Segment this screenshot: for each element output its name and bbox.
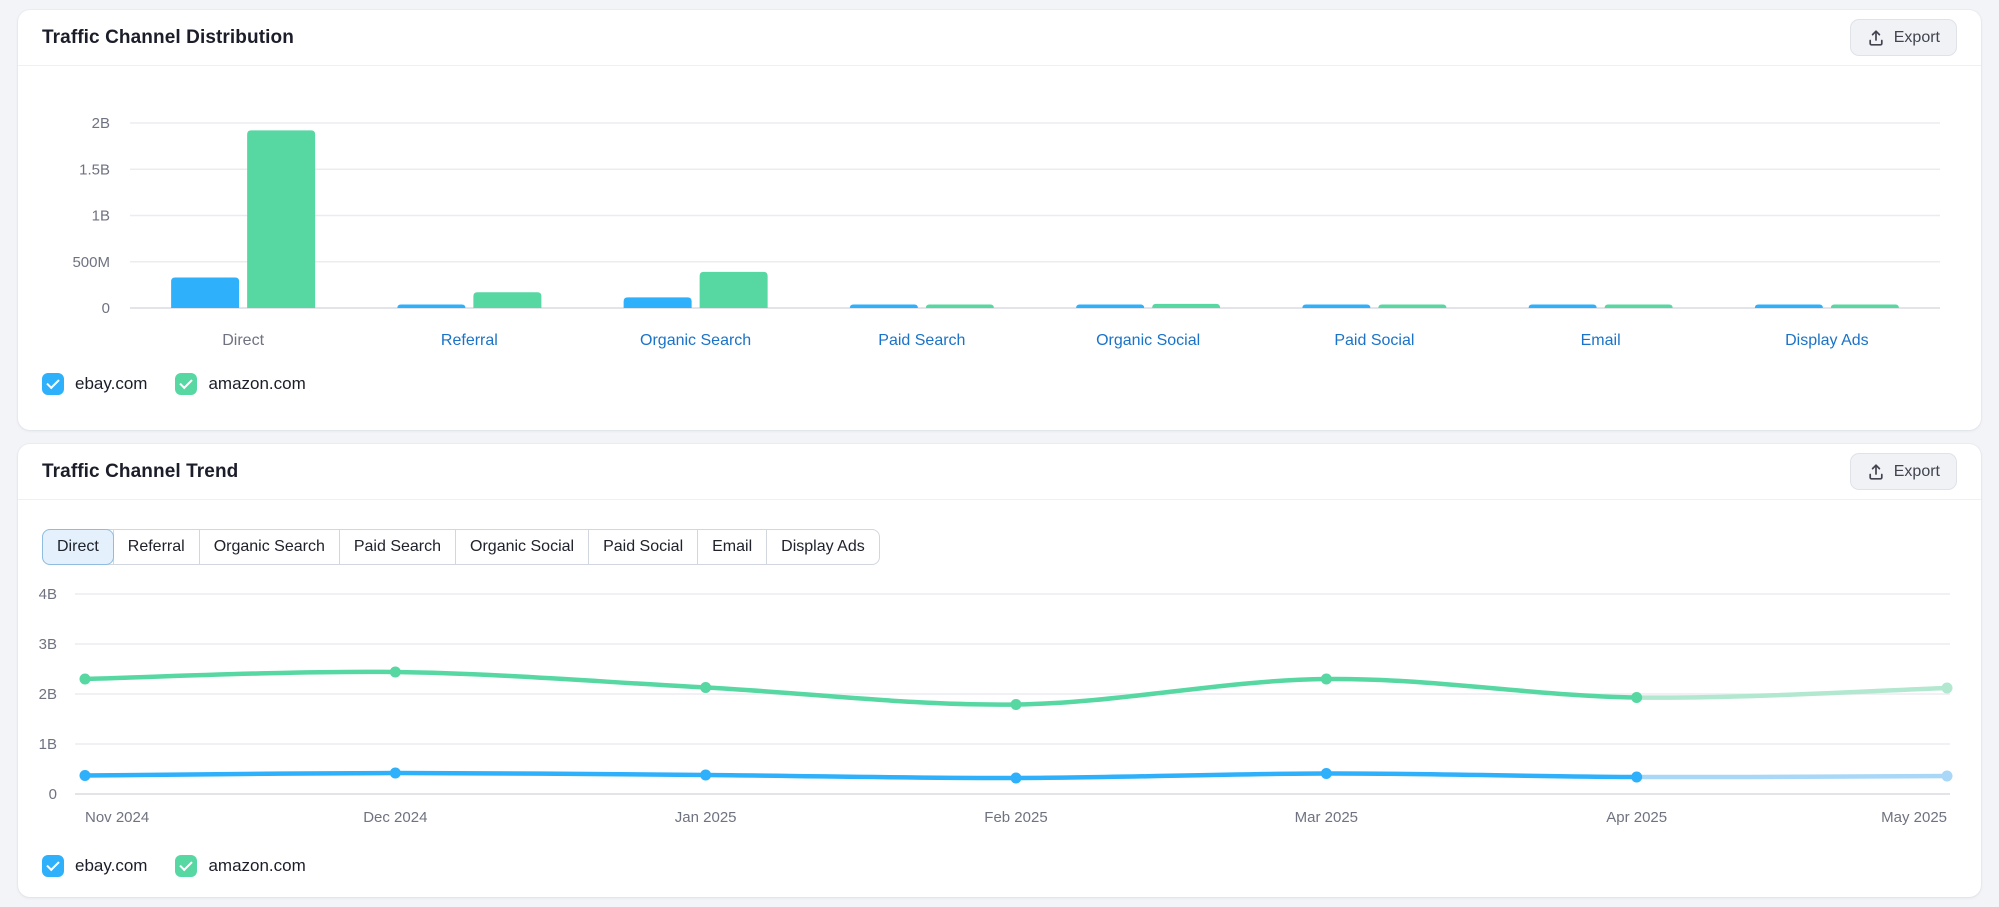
point-amazon-com-apr-2025[interactable]: [1631, 692, 1642, 703]
legend-label: amazon.com: [208, 856, 305, 876]
point-ebay-com-dec-2024[interactable]: [390, 768, 401, 779]
point-amazon-com-dec-2024[interactable]: [390, 667, 401, 678]
legend-label: ebay.com: [75, 856, 147, 876]
bar-amazon-com-referral[interactable]: [473, 292, 541, 308]
line-segment-ebay-com: [85, 773, 395, 776]
page-title-trend: Traffic Channel Trend: [42, 461, 238, 483]
bar-ebay-com-organic-social[interactable]: [1076, 305, 1144, 309]
bar-amazon-com-paid-search[interactable]: [926, 305, 994, 309]
traffic-distribution-bar-chart: 0 500M 1B 1.5B 2B Direct Referral Organic Searc…: [42, 90, 1957, 375]
checkbox-checked-icon[interactable]: [175, 373, 197, 395]
legend-item-ebay-com[interactable]: ebay.com: [42, 373, 147, 395]
legend-label: amazon.com: [208, 374, 305, 394]
y-axis-tick-label: 4B: [39, 586, 57, 603]
point-amazon-com-feb-2025[interactable]: [1011, 699, 1022, 710]
legend-label: ebay.com: [75, 374, 147, 394]
category-label-referral[interactable]: Referral: [441, 332, 498, 349]
point-ebay-com-nov-2024[interactable]: [80, 770, 91, 781]
bar-ebay-com-paid-social[interactable]: [1302, 305, 1370, 309]
point-ebay-com-apr-2025[interactable]: [1631, 772, 1642, 783]
y-axis-tick-label: 500M: [72, 254, 110, 271]
point-amazon-com-mar-2025[interactable]: [1321, 674, 1332, 685]
point-amazon-com-jan-2025[interactable]: [700, 682, 711, 693]
category-label-email[interactable]: Email: [1581, 332, 1621, 349]
point-amazon-com-may-2025[interactable]: [1942, 683, 1953, 694]
line-segment-amazon-com: [1637, 688, 1947, 698]
line-segment-ebay-com: [1016, 774, 1326, 779]
x-axis-label-feb-2025: Feb 2025: [984, 809, 1047, 826]
bar-ebay-com-paid-search[interactable]: [850, 305, 918, 309]
category-label-organic-social[interactable]: Organic Social: [1096, 332, 1200, 349]
bar-ebay-com-referral[interactable]: [397, 305, 465, 309]
category-label-organic-search[interactable]: Organic Search: [640, 332, 751, 349]
y-axis-tick-label: 2B: [39, 686, 57, 703]
bar-amazon-com-direct[interactable]: [247, 130, 315, 308]
panel-header: Traffic Channel Trend Export: [18, 444, 1981, 500]
export-icon: [1867, 463, 1885, 481]
line-segment-amazon-com: [1016, 679, 1326, 705]
bar-amazon-com-organic-social[interactable]: [1152, 304, 1220, 308]
y-axis-tick-label: 0: [102, 300, 110, 317]
bar-amazon-com-email[interactable]: [1605, 305, 1673, 309]
x-axis-label-mar-2025: Mar 2025: [1295, 809, 1358, 826]
bar-amazon-com-paid-social[interactable]: [1378, 305, 1446, 309]
export-button-trend[interactable]: Export: [1850, 453, 1957, 490]
x-axis-label-jan-2025: Jan 2025: [675, 809, 737, 826]
category-label-paid-social[interactable]: Paid Social: [1334, 332, 1414, 349]
category-label-direct: Direct: [222, 332, 264, 349]
line-segment-ebay-com: [395, 773, 705, 775]
category-label-display-ads[interactable]: Display Ads: [1785, 332, 1869, 349]
line-segment-amazon-com: [85, 672, 395, 679]
traffic-channel-distribution-panel: Traffic Channel Distribution Export 0 500…: [18, 10, 1981, 430]
y-axis-tick-label: 3B: [39, 636, 57, 653]
line-segment-ebay-com: [706, 775, 1016, 778]
bar-ebay-com-organic-search[interactable]: [624, 297, 692, 308]
y-axis-tick-label: 1B: [92, 208, 110, 225]
x-axis-label-nov-2024: Nov 2024: [85, 809, 149, 826]
checkbox-checked-icon[interactable]: [175, 855, 197, 877]
x-axis-label-apr-2025: Apr 2025: [1606, 809, 1667, 826]
bar-ebay-com-direct[interactable]: [171, 277, 239, 308]
line-segment-amazon-com: [706, 688, 1016, 705]
point-ebay-com-may-2025[interactable]: [1942, 771, 1953, 782]
tab-direct[interactable]: Direct: [42, 529, 114, 565]
line-chart-svg: 0 1B 2B 3B 4B Nov 2024 Dec 2024 Jan 2025 Feb 202…: [28, 544, 1968, 844]
category-label-paid-search[interactable]: Paid Search: [878, 332, 965, 349]
export-button-distribution[interactable]: Export: [1850, 19, 1957, 56]
legend-item-ebay-com[interactable]: ebay.com: [42, 855, 147, 877]
panel-header: Traffic Channel Distribution Export: [18, 10, 1981, 66]
bar-amazon-com-display-ads[interactable]: [1831, 305, 1899, 309]
point-amazon-com-nov-2024[interactable]: [80, 674, 91, 685]
export-button-label: Export: [1894, 29, 1940, 47]
traffic-trend-line-chart: 0 1B 2B 3B 4B Nov 2024 Dec 2024 Jan 2025 Feb 202…: [28, 544, 1968, 849]
checkbox-checked-icon[interactable]: [42, 373, 64, 395]
line-segment-ebay-com: [1326, 773, 1636, 777]
y-axis-tick-label: 1B: [39, 736, 57, 753]
page-title-distribution: Traffic Channel Distribution: [42, 27, 294, 49]
x-axis-label-may-2025: May 2025: [1881, 809, 1947, 826]
y-axis-tick-label: 1.5B: [79, 161, 110, 178]
point-ebay-com-jan-2025[interactable]: [700, 770, 711, 781]
bar-ebay-com-display-ads[interactable]: [1755, 305, 1823, 309]
traffic-channel-trend-panel: Traffic Channel Trend Export DirectRefer…: [18, 444, 1981, 897]
checkbox-checked-icon[interactable]: [42, 855, 64, 877]
line-segment-amazon-com: [395, 672, 705, 688]
domain-legend-trend: ebay.com amazon.com: [42, 855, 306, 877]
domain-legend-distribution: ebay.com amazon.com: [42, 373, 306, 395]
x-axis-label-dec-2024: Dec 2024: [363, 809, 427, 826]
export-button-label: Export: [1894, 463, 1940, 481]
y-axis-tick-label: 2B: [92, 115, 110, 132]
bar-chart-svg: 0 500M 1B 1.5B 2B Direct Referral Organic Searc…: [42, 90, 1957, 370]
export-icon: [1867, 29, 1885, 47]
point-ebay-com-feb-2025[interactable]: [1011, 773, 1022, 784]
bar-amazon-com-organic-search[interactable]: [700, 272, 768, 308]
bar-ebay-com-email[interactable]: [1529, 305, 1597, 309]
line-segment-ebay-com: [1637, 776, 1947, 777]
y-axis-tick-label: 0: [49, 786, 57, 803]
legend-item-amazon-com[interactable]: amazon.com: [175, 855, 305, 877]
point-ebay-com-mar-2025[interactable]: [1321, 768, 1332, 779]
legend-item-amazon-com[interactable]: amazon.com: [175, 373, 305, 395]
